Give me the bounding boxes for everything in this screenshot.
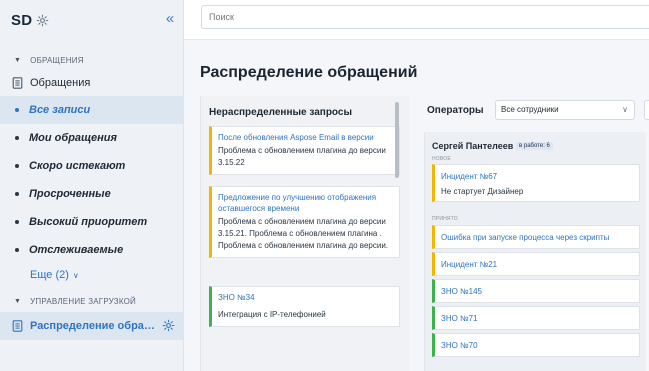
sidebar-item-high-priority[interactable]: Высокий приоритет bbox=[0, 208, 183, 236]
card-link[interactable]: Инцидент №21 bbox=[441, 259, 633, 270]
scrollbar[interactable] bbox=[395, 102, 399, 178]
bullet-icon bbox=[15, 248, 19, 252]
card-link[interactable]: После обновления Aspose Email в версии bbox=[218, 132, 393, 143]
card-link[interactable]: ЗНО №70 bbox=[441, 340, 633, 351]
operator-column: Сергей Пантелеев в работе: 6 НОВОЕ Инцид… bbox=[424, 132, 646, 371]
sidebar-item-overdue[interactable]: Просроченные bbox=[0, 180, 183, 208]
bullet-icon bbox=[15, 192, 19, 196]
unassigned-card[interactable]: ЗНО №34 Интеграция с IP-телефонией bbox=[209, 286, 400, 327]
operator-name: Сергей Пантелеев bbox=[432, 141, 514, 151]
caret-down-icon: ▼ bbox=[14, 297, 22, 305]
chevron-down-icon: ∨ bbox=[72, 270, 79, 280]
caret-down-icon: ▼ bbox=[14, 56, 22, 64]
more-label: Еще (2) bbox=[30, 269, 69, 281]
status-badge: в работе: 6 bbox=[516, 142, 553, 150]
app-logo[interactable]: SD bbox=[11, 12, 32, 29]
nav-distribution-label: Распределение обраще... bbox=[30, 320, 158, 332]
select-value: Все сотрудники bbox=[501, 105, 559, 114]
group-new-label: НОВОЕ bbox=[432, 156, 451, 162]
operator-card[interactable]: Инцидент №21 bbox=[432, 252, 640, 276]
sidebar: SD « ▼ ОБРАЩЕНИЯ Обращения Все записи Мо… bbox=[0, 0, 184, 371]
top-bar bbox=[184, 0, 649, 40]
section-load-label: УПРАВЛЕНИЕ ЗАГРУЗКОЙ bbox=[30, 296, 136, 306]
gear-icon[interactable] bbox=[36, 14, 49, 27]
unassigned-column: Нераспределенные запросы После обновлени… bbox=[200, 96, 409, 371]
extra-filter-control[interactable] bbox=[644, 100, 649, 120]
operator-card[interactable]: Инцидент №67 Не стартует Дизайнер bbox=[432, 164, 640, 202]
sidebar-item-label: Отслеживаемые bbox=[29, 244, 124, 256]
document-icon bbox=[12, 77, 23, 89]
card-link[interactable]: ЗНО №145 bbox=[441, 286, 633, 297]
sidebar-item-all[interactable]: Все записи bbox=[0, 96, 183, 124]
section-load[interactable]: ▼ УПРАВЛЕНИЕ ЗАГРУЗКОЙ bbox=[0, 290, 183, 312]
card-link[interactable]: ЗНО №71 bbox=[441, 313, 633, 324]
chevron-down-icon: ∨ bbox=[622, 105, 628, 114]
sidebar-item-tracked[interactable]: Отслеживаемые bbox=[0, 236, 183, 264]
sidebar-item-label: Все записи bbox=[29, 104, 91, 116]
bullet-icon bbox=[15, 136, 19, 140]
group-accepted-label: ПРИНЯТО bbox=[432, 216, 458, 222]
operator-card[interactable]: ЗНО №71 bbox=[432, 306, 640, 330]
sidebar-item-label: Просроченные bbox=[29, 188, 111, 200]
sidebar-header: SD « bbox=[0, 0, 183, 40]
unassigned-card[interactable]: Предложение по улучшению отображения ост… bbox=[209, 186, 400, 258]
card-description: Проблема с обновлением плагина до версии… bbox=[218, 217, 389, 250]
document-icon bbox=[12, 320, 23, 332]
card-link[interactable]: Предложение по улучшению отображения ост… bbox=[218, 192, 393, 214]
operator-card[interactable]: ЗНО №70 bbox=[432, 333, 640, 357]
card-description: Интеграция с IP-телефонией bbox=[218, 310, 326, 319]
section-requests[interactable]: ▼ ОБРАЩЕНИЯ bbox=[0, 50, 183, 70]
unassigned-card[interactable]: После обновления Aspose Email в версии П… bbox=[209, 126, 400, 175]
card-link[interactable]: ЗНО №34 bbox=[218, 292, 393, 303]
more-link[interactable]: Еще (2) ∨ bbox=[0, 264, 183, 286]
operator-card[interactable]: Ошибка при запуске процесса через скрипт… bbox=[432, 225, 640, 249]
sidebar-item-expiring[interactable]: Скоро истекают bbox=[0, 152, 183, 180]
gear-icon[interactable] bbox=[162, 319, 175, 332]
sidebar-item-label: Высокий приоритет bbox=[29, 216, 148, 228]
unassigned-title: Нераспределенные запросы bbox=[209, 107, 353, 118]
section-requests-label: ОБРАЩЕНИЯ bbox=[30, 55, 84, 65]
sidebar-item-my[interactable]: Мои обращения bbox=[0, 124, 183, 152]
sidebar-item-label: Мои обращения bbox=[29, 132, 117, 144]
card-link[interactable]: Ошибка при запуске процесса через скрипт… bbox=[441, 232, 633, 243]
nav-requests-label: Обращения bbox=[30, 77, 91, 89]
search-input[interactable] bbox=[201, 5, 649, 29]
bullet-icon bbox=[15, 220, 19, 224]
bullet-icon bbox=[15, 164, 19, 168]
card-description: Не стартует Дизайнер bbox=[441, 187, 524, 196]
card-description: Проблема с обновлением плагина до версии… bbox=[218, 146, 386, 167]
sidebar-item-label: Скоро истекают bbox=[29, 160, 126, 172]
operators-filter-select[interactable]: Все сотрудники ∨ bbox=[495, 100, 635, 120]
nav-requests[interactable]: Обращения bbox=[0, 70, 183, 96]
bullet-icon bbox=[15, 108, 19, 112]
nav-distribution[interactable]: Распределение обраще... bbox=[0, 312, 183, 340]
card-link[interactable]: Инцидент №67 bbox=[441, 171, 633, 182]
collapse-sidebar-icon[interactable]: « bbox=[161, 10, 179, 28]
operator-card[interactable]: ЗНО №145 bbox=[432, 279, 640, 303]
operators-label: Операторы bbox=[427, 105, 484, 116]
page-title: Распределение обращений bbox=[200, 64, 418, 81]
main-content: Распределение обращений Нераспределенные… bbox=[184, 40, 649, 371]
